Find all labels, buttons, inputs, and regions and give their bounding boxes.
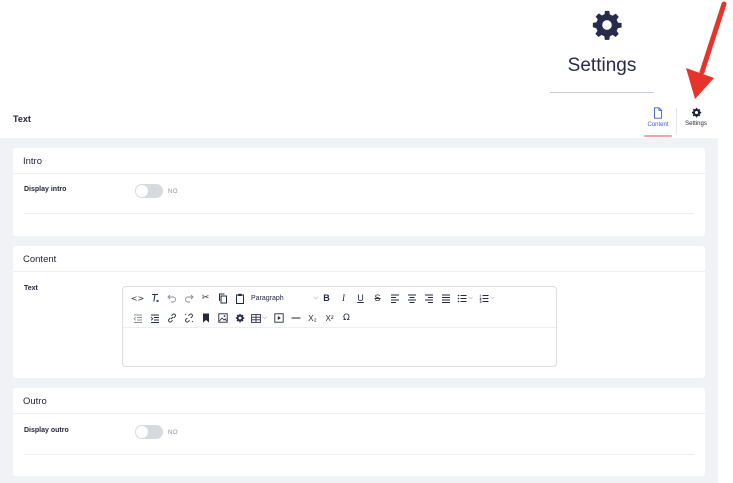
display-outro-state: NO — [168, 430, 178, 436]
omega-icon[interactable]: Ω — [338, 310, 355, 326]
undo-icon[interactable] — [163, 290, 180, 306]
editor-header: Text Content Settings — [0, 102, 733, 138]
gear-icon[interactable] — [231, 310, 248, 326]
tab-settings[interactable]: Settings — [681, 104, 711, 138]
clear-format-icon[interactable] — [146, 290, 163, 306]
outro-panel-header: Outro — [13, 388, 705, 414]
superscript-icon[interactable]: X² — [321, 310, 338, 326]
callout-divider — [550, 92, 654, 93]
settings-callout: Settings — [550, 0, 660, 95]
media-icon[interactable] — [270, 310, 287, 326]
indent-icon[interactable] — [146, 310, 163, 326]
page-icon — [654, 107, 663, 119]
tab-content[interactable]: Content — [643, 104, 673, 138]
redo-icon[interactable] — [180, 290, 197, 306]
paste-icon[interactable] — [231, 290, 248, 306]
active-tab-indicator — [644, 135, 672, 137]
tab-settings-label: Settings — [685, 121, 707, 127]
copy-icon[interactable] — [214, 290, 231, 306]
display-intro-label: Display intro — [24, 186, 67, 193]
page-title: Text — [13, 114, 31, 124]
unlink-icon[interactable] — [180, 310, 197, 326]
callout-label: Settings — [567, 55, 637, 76]
toggle-knob — [136, 426, 148, 438]
bold-icon[interactable]: B — [318, 290, 335, 306]
editor-toolbar-row-1: <> ✂ Paragraph ⌵ B I U S ⌵ ⌵ — [129, 290, 498, 306]
intro-title: Intro — [23, 156, 43, 167]
display-outro-label: Display outro — [24, 427, 69, 434]
bullet-list-icon[interactable]: ⌵ — [454, 290, 476, 306]
align-left-icon[interactable] — [386, 290, 403, 306]
format-select-value: Paragraph — [251, 294, 284, 302]
outro-panel: Outro Display outro NO — [13, 388, 705, 476]
cut-icon[interactable]: ✂ — [197, 290, 214, 306]
content-panel-header: Content — [13, 246, 705, 272]
red-arrow-annotation — [686, 1, 727, 99]
subscript-icon[interactable]: X₂ — [304, 310, 321, 326]
outdent-icon[interactable] — [129, 310, 146, 326]
rich-text-editor: <> ✂ Paragraph ⌵ B I U S ⌵ ⌵ ⌵ X₂ X² Ω — [122, 286, 557, 367]
image-icon[interactable] — [214, 310, 231, 326]
horizontal-rule-icon[interactable] — [287, 310, 304, 326]
outro-title: Outro — [23, 396, 47, 407]
format-select[interactable]: Paragraph ⌵ — [248, 290, 318, 306]
display-intro-state: NO — [168, 189, 178, 195]
align-right-icon[interactable] — [420, 290, 437, 306]
intro-panel-header: Intro — [13, 148, 705, 174]
bookmark-icon[interactable] — [197, 310, 214, 326]
content-title: Content — [23, 254, 57, 265]
align-justify-icon[interactable] — [437, 290, 454, 306]
code-icon[interactable]: <> — [129, 290, 146, 306]
editor-toolbar-row-2: ⌵ X₂ X² Ω — [129, 310, 355, 326]
numbered-list-icon[interactable]: ⌵ — [476, 290, 498, 306]
italic-icon[interactable]: I — [335, 290, 352, 306]
tab-content-label: Content — [647, 122, 669, 128]
intro-panel: Intro Display intro NO — [13, 148, 705, 236]
chevron-down-icon: ⌵ — [490, 294, 495, 301]
chevron-down-icon: ⌵ — [468, 294, 473, 301]
intro-divider — [24, 213, 694, 214]
underline-icon[interactable]: U — [352, 290, 369, 306]
table-icon[interactable]: ⌵ — [248, 310, 270, 326]
header-tab-divider — [676, 108, 677, 134]
chevron-down-icon: ⌵ — [262, 314, 267, 321]
gear-icon — [592, 10, 622, 40]
align-center-icon[interactable] — [403, 290, 420, 306]
editor-text-area[interactable] — [123, 328, 556, 366]
display-intro-toggle[interactable] — [135, 184, 163, 198]
gear-icon — [691, 107, 701, 118]
strikethrough-icon[interactable]: S — [369, 290, 386, 306]
toggle-knob — [136, 185, 148, 197]
text-field-label: Text — [24, 285, 38, 292]
link-icon[interactable] — [163, 310, 180, 326]
display-outro-toggle[interactable] — [135, 425, 163, 439]
outro-divider — [24, 454, 694, 455]
